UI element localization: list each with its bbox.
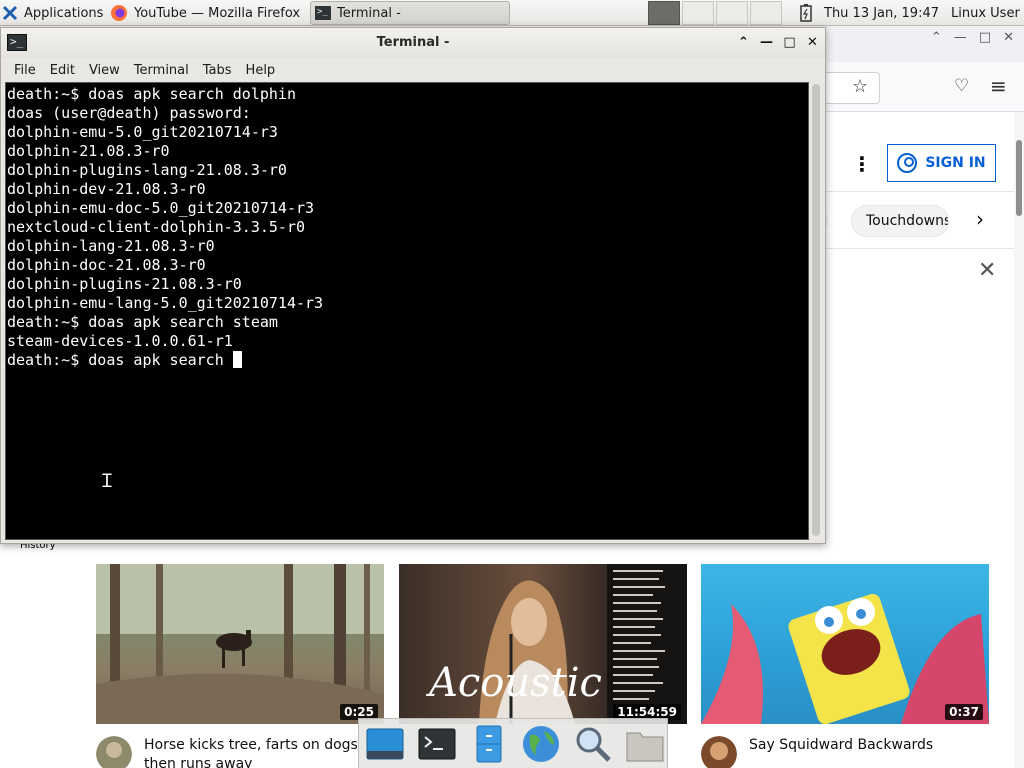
channel-avatar[interactable] bbox=[701, 736, 737, 768]
sign-in-label: SIGN IN bbox=[925, 155, 986, 171]
channel-avatar[interactable] bbox=[96, 736, 132, 768]
firefox-minimize-button[interactable]: — bbox=[954, 30, 967, 45]
terminal-prompt-line[interactable]: death:~$ doas apk search bbox=[7, 351, 323, 370]
video-card[interactable]: 0:37 Say Squidward Backwards bbox=[701, 564, 989, 768]
xfce-mouse-icon bbox=[2, 5, 18, 21]
pocket-icon[interactable]: ♡ bbox=[954, 76, 969, 96]
taskbar-terminal[interactable]: >_ Terminal - bbox=[310, 1, 510, 25]
terminal-window-controls: ⌃ — □ ✕ bbox=[735, 34, 821, 51]
menu-view[interactable]: View bbox=[82, 63, 127, 78]
terminal-window: Terminal - >_ ⌃ — □ ✕ File Edit View Ter… bbox=[0, 27, 826, 544]
taskbar-firefox-label: YouTube — Mozilla Firefox bbox=[134, 5, 301, 21]
taskbar-terminal-label: Terminal - bbox=[337, 5, 401, 21]
workspace-4[interactable] bbox=[750, 1, 782, 25]
video-thumbnail[interactable]: Acoustic 11:54:59 bbox=[399, 564, 687, 724]
firefox-scrollbar[interactable] bbox=[1014, 112, 1024, 768]
terminal-line: dolphin-emu-doc-5.0_git20210714-r3 bbox=[7, 199, 315, 217]
top-panel: Applications YouTube — Mozilla Firefox >… bbox=[0, 0, 1024, 26]
chip-touchdowns[interactable]: Touchdowns bbox=[851, 205, 949, 237]
close-icon[interactable]: ✕ bbox=[978, 258, 996, 283]
firefox-maximize-button[interactable]: □ bbox=[979, 30, 991, 45]
forest-horse-image bbox=[96, 564, 384, 724]
applications-menu[interactable]: Applications bbox=[2, 0, 108, 26]
video-thumbnail[interactable]: 0:37 bbox=[701, 564, 989, 724]
globe-icon[interactable] bbox=[520, 723, 562, 765]
maximize-button[interactable]: □ bbox=[781, 34, 798, 51]
menu-help[interactable]: Help bbox=[239, 63, 283, 78]
workspace-2[interactable] bbox=[682, 1, 714, 25]
video-duration: 0:37 bbox=[945, 704, 983, 720]
terminal-line: steam-devices-1.0.0.61-r1 bbox=[7, 332, 233, 350]
more-vert-icon[interactable]: ⋮ bbox=[852, 152, 872, 176]
terminal-icon[interactable] bbox=[416, 723, 458, 765]
chevron-right-icon[interactable]: › bbox=[976, 207, 984, 231]
terminal-line: dolphin-21.08.3-r0 bbox=[7, 142, 170, 160]
terminal-icon[interactable]: >_ bbox=[7, 34, 27, 51]
terminal-line: dolphin-emu-lang-5.0_git20210714-r3 bbox=[7, 294, 324, 312]
menu-file[interactable]: File bbox=[7, 63, 43, 78]
desktop-icon[interactable] bbox=[364, 723, 406, 765]
terminal-line: dolphin-doc-21.08.3-r0 bbox=[7, 256, 206, 274]
terminal-icon: >_ bbox=[315, 6, 331, 20]
hamburger-menu-icon[interactable]: ≡ bbox=[990, 74, 1007, 98]
firefox-window-controls: ⌃ — □ ✕ bbox=[931, 30, 1014, 45]
terminal-line: doas (user@death) password: bbox=[7, 104, 251, 122]
workspace-3[interactable] bbox=[716, 1, 748, 25]
file-cabinet-icon[interactable] bbox=[468, 723, 510, 765]
video-info: Horse kicks tree, farts on dogs then run… bbox=[96, 734, 384, 768]
video-title[interactable]: Say Squidward Backwards bbox=[749, 736, 989, 755]
taskbar-firefox[interactable]: YouTube — Mozilla Firefox bbox=[110, 0, 310, 26]
folder-icon[interactable] bbox=[624, 723, 666, 765]
workspace-1[interactable] bbox=[648, 1, 680, 25]
terminal-line: dolphin-plugins-lang-21.08.3-r0 bbox=[7, 161, 287, 179]
spongebob-image bbox=[701, 593, 989, 724]
terminal-line: nextcloud-client-dolphin-3.3.5-r0 bbox=[7, 218, 306, 236]
video-card[interactable]: Acoustic 11:54:59 bbox=[399, 564, 687, 724]
applications-label: Applications bbox=[24, 5, 104, 21]
firefox-minimize-icon[interactable]: ⌃ bbox=[931, 30, 942, 45]
minimize-button[interactable]: — bbox=[758, 34, 775, 51]
terminal-scroll-thumb[interactable] bbox=[812, 84, 820, 536]
firefox-scroll-thumb[interactable] bbox=[1016, 140, 1022, 216]
terminal-line: dolphin-dev-21.08.3-r0 bbox=[7, 180, 206, 198]
terminal-line: death:~$ doas apk search dolphin bbox=[7, 85, 296, 103]
user-menu[interactable]: Linux User bbox=[951, 6, 1020, 21]
menu-terminal[interactable]: Terminal bbox=[127, 63, 196, 78]
text-cursor bbox=[232, 351, 242, 368]
thumbnail-text: Acoustic bbox=[429, 660, 602, 706]
shade-icon[interactable]: ⌃ bbox=[735, 34, 752, 51]
terminal-output: death:~$ doas apk search dolphin doas (u… bbox=[7, 85, 323, 370]
dock bbox=[358, 718, 668, 768]
workspace-switcher[interactable] bbox=[648, 0, 786, 26]
magnifier-icon[interactable] bbox=[572, 723, 614, 765]
video-title[interactable]: Horse kicks tree, farts on dogs then run… bbox=[144, 736, 384, 768]
video-thumbnail[interactable]: 0:25 bbox=[96, 564, 384, 724]
terminal-scrollbar[interactable] bbox=[810, 82, 822, 540]
close-button[interactable]: ✕ bbox=[804, 34, 821, 51]
clock[interactable]: Thu 13 Jan, 19:47 bbox=[824, 6, 939, 21]
battery-icon[interactable] bbox=[800, 4, 812, 22]
terminal-title: Terminal - bbox=[376, 35, 450, 50]
terminal-line: death:~$ doas apk search steam bbox=[7, 313, 278, 331]
terminal-screen[interactable]: death:~$ doas apk search dolphin doas (u… bbox=[5, 82, 809, 540]
prompt-text: death:~$ doas apk search bbox=[7, 351, 233, 369]
system-tray: Thu 13 Jan, 19:47 Linux User bbox=[800, 0, 1024, 26]
menu-edit[interactable]: Edit bbox=[43, 63, 82, 78]
video-info: Say Squidward Backwards bbox=[701, 734, 989, 768]
terminal-line: dolphin-emu-5.0_git20210714-r3 bbox=[7, 123, 278, 141]
terminal-line: dolphin-lang-21.08.3-r0 bbox=[7, 237, 215, 255]
terminal-line: dolphin-plugins-21.08.3-r0 bbox=[7, 275, 242, 293]
terminal-titlebar[interactable]: Terminal - >_ ⌃ — □ ✕ bbox=[1, 28, 825, 58]
terminal-menubar: File Edit View Terminal Tabs Help bbox=[1, 58, 825, 82]
firefox-close-button[interactable]: ✕ bbox=[1003, 30, 1014, 45]
sign-in-button[interactable]: SIGN IN bbox=[887, 144, 996, 182]
firefox-icon bbox=[111, 5, 127, 21]
bookmark-star-icon[interactable]: ☆ bbox=[852, 76, 868, 97]
account-circle-icon bbox=[897, 153, 918, 173]
ibeam-cursor-icon: Ｉ bbox=[98, 471, 116, 492]
menu-tabs[interactable]: Tabs bbox=[196, 63, 239, 78]
video-card[interactable]: 0:25 Horse kicks tree, farts on dogs the… bbox=[96, 564, 384, 768]
